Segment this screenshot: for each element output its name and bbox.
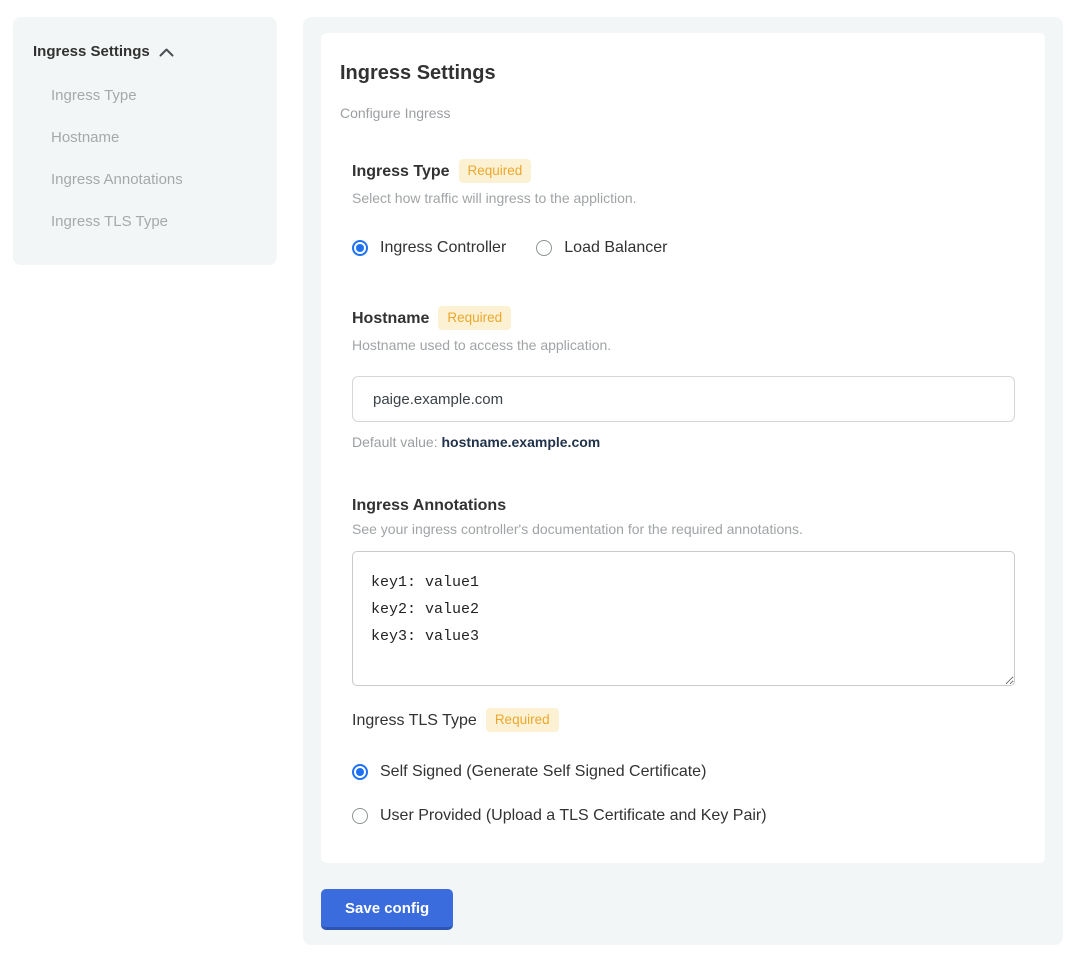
radio-label: Load Balancer [564, 239, 667, 257]
sidebar-item-ingress-tls-type[interactable]: Ingress TLS Type [51, 214, 257, 230]
ingress-type-radio-group: Ingress Controller Load Balancer [352, 239, 1015, 257]
chevron-up-icon [159, 44, 174, 62]
hostname-label: Hostname [352, 310, 429, 327]
annotations-label: Ingress Annotations [352, 497, 506, 514]
sidebar-group-title: Ingress Settings [33, 43, 150, 61]
annotations-description: See your ingress controller's documentat… [352, 521, 1015, 537]
default-value-label: Default value: [352, 434, 438, 450]
page: Ingress Settings Ingress Type Hostname I… [0, 0, 1090, 969]
required-badge: Required [459, 159, 532, 183]
radio-option-self-signed[interactable]: Self Signed (Generate Self Signed Certif… [352, 763, 1015, 781]
annotations-textarea[interactable]: key1: value1 key2: value2 key3: value3 [352, 551, 1015, 686]
tls-type-radio-group: Self Signed (Generate Self Signed Certif… [352, 763, 1015, 825]
config-panel: Ingress Settings Configure Ingress Ingre… [303, 17, 1063, 945]
config-sections: Ingress Type Required Select how traffic… [352, 159, 1015, 825]
sidebar-item-ingress-annotations[interactable]: Ingress Annotations [51, 172, 257, 188]
radio-ingress-controller[interactable] [352, 240, 368, 256]
required-badge: Required [438, 306, 511, 330]
save-config-button[interactable]: Save config [321, 889, 453, 930]
radio-option-load-balancer[interactable]: Load Balancer [536, 239, 667, 257]
hostname-input[interactable] [352, 376, 1015, 422]
sidebar-items: Ingress Type Hostname Ingress Annotation… [51, 88, 257, 230]
default-value-text: hostname.example.com [442, 434, 601, 450]
sidebar-group-ingress-settings[interactable]: Ingress Settings [33, 42, 257, 62]
page-title: Ingress Settings [340, 61, 1015, 85]
hostname-default-line: Default value: hostname.example.com [352, 434, 1015, 450]
hostname-description: Hostname used to access the application. [352, 337, 1015, 353]
radio-option-ingress-controller[interactable]: Ingress Controller [352, 239, 506, 257]
ingress-type-label: Ingress Type [352, 163, 450, 180]
radio-label: Self Signed (Generate Self Signed Certif… [380, 763, 706, 781]
radio-user-provided[interactable] [352, 808, 368, 824]
sidebar-item-ingress-type[interactable]: Ingress Type [51, 88, 257, 104]
page-subtitle: Configure Ingress [340, 105, 1015, 121]
sidebar-item-hostname[interactable]: Hostname [51, 130, 257, 146]
config-card: Ingress Settings Configure Ingress Ingre… [321, 33, 1045, 863]
radio-option-user-provided[interactable]: User Provided (Upload a TLS Certificate … [352, 807, 1015, 825]
section-ingress-tls-type: Ingress TLS Type Required Self Signed (G… [352, 708, 1015, 825]
section-ingress-type: Ingress Type Required Select how traffic… [352, 159, 1015, 257]
required-badge: Required [486, 708, 559, 732]
radio-load-balancer[interactable] [536, 240, 552, 256]
radio-self-signed[interactable] [352, 764, 368, 780]
radio-label: User Provided (Upload a TLS Certificate … [380, 807, 767, 825]
ingress-type-description: Select how traffic will ingress to the a… [352, 190, 1015, 206]
section-ingress-annotations: Ingress Annotations See your ingress con… [352, 497, 1015, 686]
sidebar-nav: Ingress Settings Ingress Type Hostname I… [13, 17, 277, 265]
radio-label: Ingress Controller [380, 239, 506, 257]
section-hostname: Hostname Required Hostname used to acces… [352, 306, 1015, 450]
tls-type-label: Ingress TLS Type [352, 712, 477, 729]
